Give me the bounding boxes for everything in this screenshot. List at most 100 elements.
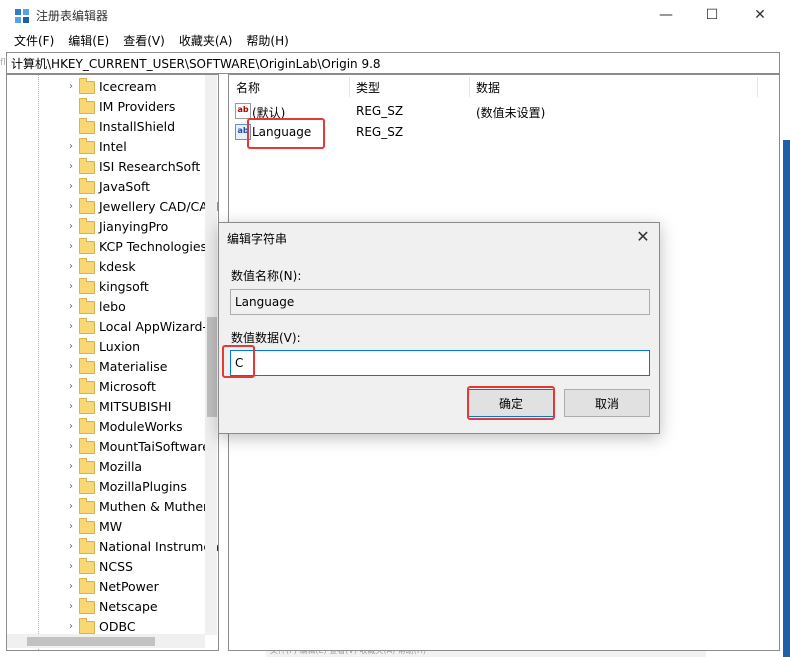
folder-icon bbox=[79, 518, 95, 534]
chevron-right-icon[interactable]: › bbox=[65, 81, 77, 93]
value-type: REG_SZ bbox=[356, 125, 404, 139]
tree-item[interactable]: › Muthen & Muthen bbox=[7, 497, 211, 517]
folder-icon bbox=[79, 558, 95, 574]
chevron-right-icon[interactable]: › bbox=[65, 281, 77, 293]
tree-item[interactable]: › Intel bbox=[7, 137, 207, 157]
menu-bar: 文件(F) 编辑(E) 查看(V) 收藏夹(A) 帮助(H) bbox=[0, 30, 783, 52]
value-data-input[interactable]: C bbox=[230, 350, 650, 376]
chevron-right-icon[interactable]: › bbox=[65, 501, 77, 513]
chevron-right-icon[interactable]: › bbox=[65, 321, 77, 333]
tree-item[interactable]: › lebo bbox=[7, 297, 207, 317]
column-separator[interactable] bbox=[349, 77, 350, 97]
tree-vertical-scroll-thumb[interactable] bbox=[207, 317, 217, 417]
tree-item[interactable]: IM Providers bbox=[7, 97, 207, 117]
tree-item-label: lebo bbox=[99, 299, 126, 314]
tree-item[interactable]: › JavaSoft bbox=[7, 177, 207, 197]
tree-item[interactable]: › kingsoft bbox=[7, 277, 207, 297]
tree-item-label: MozillaPlugins bbox=[99, 479, 187, 494]
chevron-right-icon[interactable]: › bbox=[65, 341, 77, 353]
tree-item[interactable]: InstallShield bbox=[7, 117, 207, 137]
menu-help[interactable]: 帮助(H) bbox=[238, 30, 294, 52]
chevron-right-icon[interactable]: › bbox=[65, 261, 77, 273]
chevron-right-icon[interactable]: › bbox=[65, 601, 77, 613]
tree-item[interactable]: › kdesk bbox=[7, 257, 207, 277]
ab-string-icon: ab bbox=[235, 103, 251, 119]
address-bar[interactable]: 计算机\HKEY_CURRENT_USER\SOFTWARE\OriginLab… bbox=[6, 52, 780, 74]
tree-item[interactable]: › MW bbox=[7, 517, 207, 537]
tree-horizontal-scroll-thumb[interactable] bbox=[27, 637, 155, 646]
chevron-right-icon[interactable]: › bbox=[65, 241, 77, 253]
tree-item[interactable]: › ISI ResearchSoft bbox=[7, 157, 207, 177]
chevron-right-icon[interactable]: › bbox=[65, 581, 77, 593]
chevron-right-icon[interactable]: › bbox=[65, 401, 77, 413]
edit-string-dialog: 编辑字符串 ✕ 数值名称(N): Language 数值数据(V): C 确定 … bbox=[218, 222, 660, 434]
chevron-right-icon[interactable]: › bbox=[65, 221, 77, 233]
menu-edit[interactable]: 编辑(E) bbox=[60, 30, 115, 52]
chevron-right-icon[interactable]: › bbox=[65, 141, 77, 153]
dialog-title: 编辑字符串 bbox=[227, 232, 288, 246]
close-button[interactable]: ✕ bbox=[737, 0, 783, 30]
tree-item-label: Materialise bbox=[99, 359, 168, 374]
tree-item[interactable]: › Icecream bbox=[7, 77, 207, 97]
tree-item[interactable]: › NCSS bbox=[7, 557, 207, 577]
folder-icon bbox=[79, 118, 95, 134]
key-tree[interactable]: › Icecream IM Providers InstallShield › Intel… bbox=[6, 74, 219, 651]
menu-file[interactable]: 文件(F) bbox=[6, 30, 60, 52]
cancel-button[interactable]: 取消 bbox=[564, 389, 650, 417]
tree-item[interactable]: › ModuleWorks bbox=[7, 417, 207, 437]
chevron-right-icon[interactable]: › bbox=[65, 161, 77, 173]
chevron-right-icon[interactable]: › bbox=[65, 181, 77, 193]
tree-item[interactable]: › Netscape bbox=[7, 597, 207, 617]
tree-item[interactable]: › Local AppWizard-G bbox=[7, 317, 217, 337]
window-title: 注册表编辑器 bbox=[36, 9, 109, 23]
tree-item[interactable]: › NetPower bbox=[7, 577, 207, 597]
tree-item[interactable]: › JianyingPro bbox=[7, 217, 207, 237]
chevron-right-icon[interactable]: › bbox=[65, 461, 77, 473]
column-header-type[interactable]: 类型 bbox=[356, 79, 380, 96]
chevron-right-icon[interactable]: › bbox=[65, 541, 77, 553]
folder-icon bbox=[79, 598, 95, 614]
column-separator[interactable] bbox=[469, 77, 470, 97]
chevron-right-icon[interactable]: › bbox=[65, 621, 77, 633]
tree-item[interactable]: › MITSUBISHI bbox=[7, 397, 207, 417]
tree-item-label: ODBC bbox=[99, 619, 136, 634]
minimize-button[interactable]: — bbox=[643, 0, 689, 30]
chevron-right-icon[interactable]: › bbox=[65, 521, 77, 533]
tree-item-label: JianyingPro bbox=[99, 219, 169, 234]
column-separator[interactable] bbox=[757, 77, 758, 97]
tree-item[interactable]: › Luxion bbox=[7, 337, 207, 357]
column-header-data[interactable]: 数据 bbox=[476, 79, 500, 96]
maximize-button[interactable]: ☐ bbox=[689, 0, 735, 30]
tree-item[interactable]: › KCP Technologies, bbox=[7, 237, 211, 257]
chevron-right-icon[interactable]: › bbox=[65, 421, 77, 433]
tree-item[interactable]: › Jewellery CAD/CAM bbox=[7, 197, 218, 217]
dialog-close-icon[interactable]: ✕ bbox=[633, 227, 653, 247]
chevron-right-icon[interactable]: › bbox=[65, 381, 77, 393]
tree-item[interactable]: › National Instrumen bbox=[7, 537, 218, 557]
chevron-right-icon[interactable]: › bbox=[65, 301, 77, 313]
tree-item[interactable]: › Materialise bbox=[7, 357, 207, 377]
chevron-right-icon[interactable]: › bbox=[65, 441, 77, 453]
tree-item[interactable]: › MountTaiSoftware bbox=[7, 437, 210, 457]
tree-item-label: Netscape bbox=[99, 599, 158, 614]
chevron-right-icon[interactable]: › bbox=[65, 481, 77, 493]
tree-item-label: MITSUBISHI bbox=[99, 399, 172, 414]
tree-item[interactable]: › Microsoft bbox=[7, 377, 207, 397]
column-header-name[interactable]: 名称 bbox=[236, 79, 260, 96]
chevron-right-icon[interactable]: › bbox=[65, 201, 77, 213]
tree-item-label: kdesk bbox=[99, 259, 136, 274]
chevron-right-icon[interactable]: › bbox=[65, 361, 77, 373]
tree-item-label: NetPower bbox=[99, 579, 159, 594]
tree-item-label: ISI ResearchSoft bbox=[99, 159, 201, 174]
folder-icon bbox=[79, 378, 95, 394]
value-data-label: 数值数据(V): bbox=[231, 331, 301, 345]
chevron-right-icon[interactable]: › bbox=[65, 561, 77, 573]
menu-favorites[interactable]: 收藏夹(A) bbox=[171, 30, 239, 52]
folder-icon bbox=[79, 618, 95, 634]
tree-item[interactable]: › MozillaPlugins bbox=[7, 477, 207, 497]
tree-item-label: IM Providers bbox=[99, 99, 176, 114]
menu-view[interactable]: 查看(V) bbox=[115, 30, 171, 52]
tree-item[interactable]: › Mozilla bbox=[7, 457, 207, 477]
tree-item-label: NCSS bbox=[99, 559, 133, 574]
folder-icon bbox=[79, 398, 95, 414]
